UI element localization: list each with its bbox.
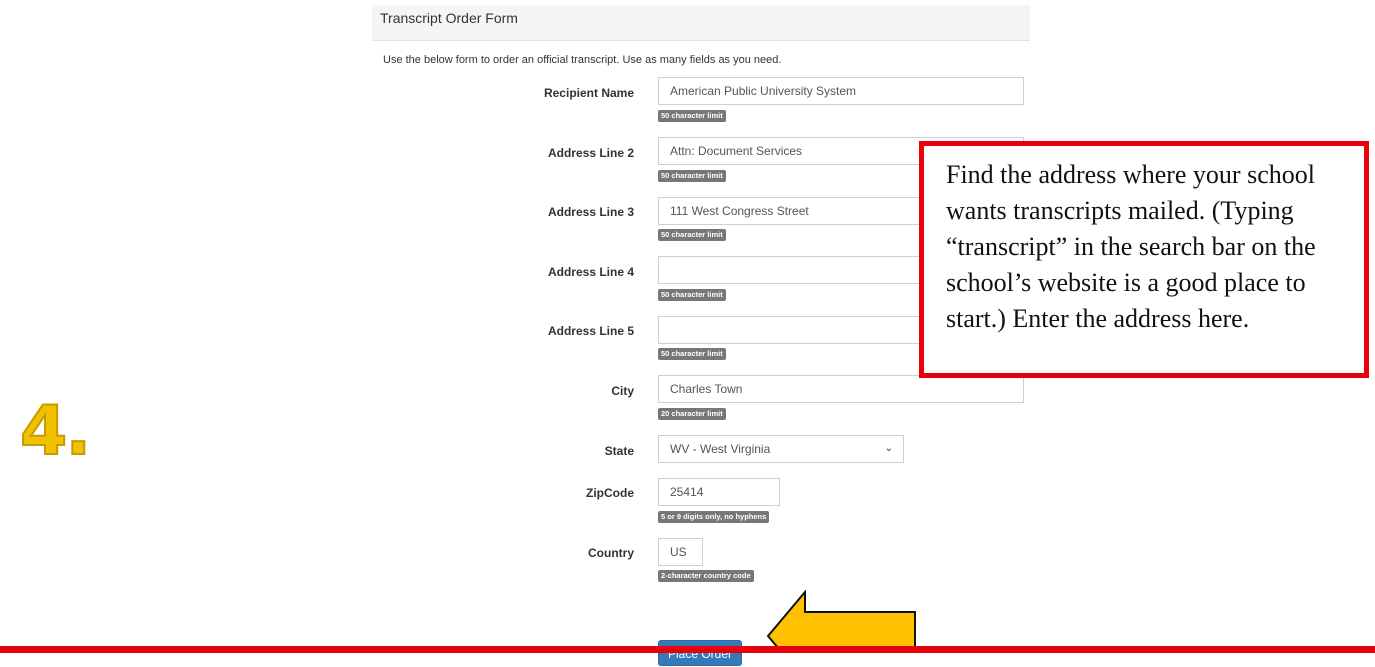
city-input[interactable]: Charles Town — [658, 375, 1024, 403]
address-line-2-hint: 50 character limit — [658, 170, 726, 182]
state-label: State — [604, 444, 634, 458]
chevron-down-icon: ⌄ — [884, 443, 893, 454]
address-line-4-label: Address Line 4 — [547, 265, 634, 279]
intro-text: Use the below form to order an official … — [383, 54, 782, 66]
recipient-name-label: Recipient Name — [543, 86, 634, 100]
place-order-button[interactable]: Place Order — [658, 640, 742, 666]
state-select-value: WV - West Virginia — [670, 442, 771, 456]
city-label: City — [611, 384, 634, 398]
form-title: Transcript Order Form — [380, 10, 518, 26]
country-input[interactable]: US — [658, 538, 703, 566]
state-select[interactable]: WV - West Virginia ⌄ — [658, 435, 904, 463]
zipcode-label: ZipCode — [586, 486, 634, 500]
address-line-3-label: Address Line 3 — [547, 205, 634, 219]
instruction-callout: Find the address where your school wants… — [919, 141, 1369, 378]
address-line-5-label: Address Line 5 — [547, 324, 634, 338]
recipient-name-input[interactable]: American Public University System — [658, 77, 1024, 105]
address-line-2-label: Address Line 2 — [547, 146, 634, 160]
country-hint: 2-character country code — [658, 570, 754, 582]
address-line-4-hint: 50 character limit — [658, 289, 726, 301]
bottom-divider — [0, 646, 1375, 653]
panel-heading: Transcript Order Form — [372, 5, 1030, 41]
country-label: Country — [588, 546, 634, 560]
recipient-name-hint: 50 character limit — [658, 110, 726, 122]
arrow-left-icon — [766, 590, 916, 653]
city-hint: 20 character limit — [658, 408, 726, 420]
address-line-5-hint: 50 character limit — [658, 348, 726, 360]
step-number: 4. — [19, 391, 92, 472]
zipcode-input[interactable]: 25414 — [658, 478, 780, 506]
zipcode-hint: 5 or 9 digits only, no hyphens — [658, 511, 770, 523]
callout-text: Find the address where your school wants… — [946, 160, 1316, 333]
address-line-3-hint: 50 character limit — [658, 229, 726, 241]
